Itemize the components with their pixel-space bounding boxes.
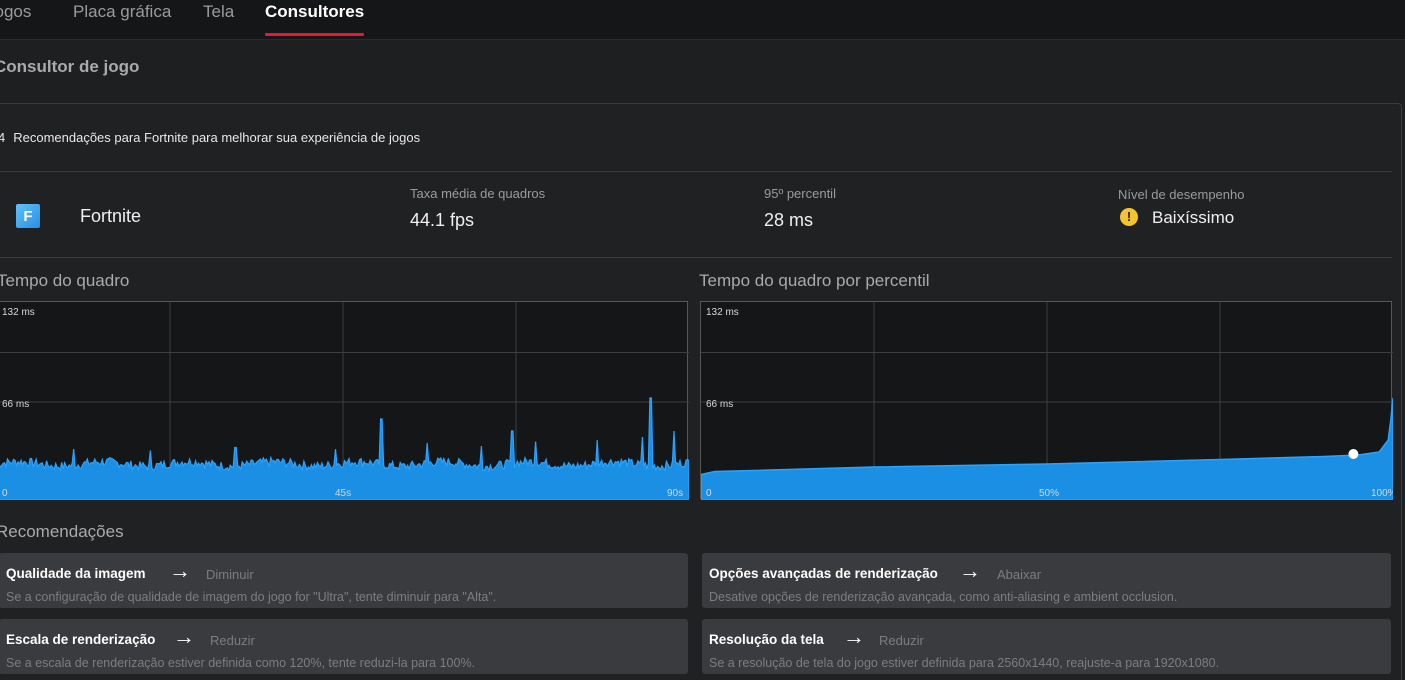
tab-consultores[interactable]: Consultores <box>265 2 365 38</box>
rec-action: Reduzir <box>879 633 924 648</box>
tab-jogos[interactable]: Jogos <box>0 2 31 38</box>
y-tick-label: 132 ms <box>2 307 35 318</box>
chart-title-frametime: Tempo do quadro <box>0 271 130 290</box>
rec-description: Se a configuração de qualidade de imagem… <box>6 590 497 604</box>
x-tick-label: 0 <box>706 488 712 499</box>
rec-title: Resolução da tela <box>709 632 824 647</box>
y-tick-label: 132 ms <box>706 307 739 318</box>
frametime-chart: 132 ms 66 ms 0 45s 90s <box>0 301 689 500</box>
divider <box>0 257 1392 258</box>
rec-title: Escala de renderização <box>6 632 156 647</box>
section-title: Consultor de jogo <box>0 57 140 76</box>
x-tick-label: 45s <box>335 488 351 499</box>
arrow-right-icon: → <box>173 624 195 649</box>
x-tick-label: 0 <box>2 488 8 499</box>
recommendation-count: 4 <box>0 130 6 145</box>
x-tick-label: 50% <box>1039 488 1059 499</box>
percentile-chart-svg: 132 ms 66 ms 0 50% 100% <box>701 302 1393 500</box>
recommendation-summary-text: Recomendações para Fortnite para melhora… <box>13 130 421 145</box>
percentile-marker <box>1348 449 1359 459</box>
rec-description: Desative opções de renderização avançada… <box>709 590 1178 604</box>
app-root: Jogos Placa gráfica Tela Consultores Con… <box>0 0 1405 680</box>
rec-card-advanced-render[interactable]: Opções avançadas de renderização → Abaix… <box>702 553 1391 608</box>
stat-value-performance: Baixíssimo <box>1152 208 1235 227</box>
percentile-chart: 132 ms 66 ms 0 50% 100% <box>700 301 1393 500</box>
frametime-chart-svg: 132 ms 66 ms 0 45s 90s <box>0 302 689 500</box>
rec-card-render-scale[interactable]: Escala de renderização → Reduzir Se a es… <box>0 619 688 674</box>
recommendation-summary: 4 Recomendações para Fortnite para melhor… <box>0 130 420 145</box>
rec-title: Opções avançadas de renderização <box>709 566 938 581</box>
stat-value-avg-fps: 44.1 fps <box>410 210 475 230</box>
tab-placa-grafica[interactable]: Placa gráfica <box>73 2 171 38</box>
fortnite-game-icon: F <box>16 204 40 228</box>
x-tick-label: 100% <box>1371 488 1393 499</box>
tab-bar: Jogos Placa gráfica Tela Consultores <box>0 0 1405 40</box>
y-tick-label: 66 ms <box>2 399 29 410</box>
stat-label-avg-fps: Taxa média de quadros <box>410 186 546 201</box>
rec-title: Qualidade da imagem <box>6 566 146 581</box>
divider <box>0 171 1392 172</box>
recommendations-heading: Recomendações <box>0 522 124 541</box>
rec-card-image-quality[interactable]: Qualidade da imagem → Diminuir Se a conf… <box>0 553 688 608</box>
rec-action: Abaixar <box>997 567 1042 582</box>
rec-description: Se a escala de renderização estiver defi… <box>6 656 476 670</box>
frametime-series-area <box>0 397 689 500</box>
rec-action: Diminuir <box>206 567 254 582</box>
stat-label-performance: Nível de desempenho <box>1118 187 1245 202</box>
stat-value-percentile: 28 ms <box>764 210 814 230</box>
warning-icon: ! <box>1120 208 1138 226</box>
arrow-right-icon: → <box>959 558 981 583</box>
rec-action: Reduzir <box>210 633 255 648</box>
rec-card-screen-resolution[interactable]: Resolução da tela → Reduzir Se a resoluç… <box>702 619 1391 674</box>
arrow-right-icon: → <box>169 558 191 583</box>
tab-tela[interactable]: Tela <box>203 2 234 38</box>
x-tick-label: 90s <box>667 488 683 499</box>
stat-label-percentile: 95º percentil <box>764 186 836 201</box>
arrow-right-icon: → <box>843 624 865 649</box>
game-name: Fortnite <box>80 206 142 226</box>
chart-title-percentile: Tempo do quadro por percentil <box>699 271 930 290</box>
rec-description: Se a resolução de tela do jogo estiver d… <box>709 656 1220 670</box>
y-tick-label: 66 ms <box>706 399 733 410</box>
